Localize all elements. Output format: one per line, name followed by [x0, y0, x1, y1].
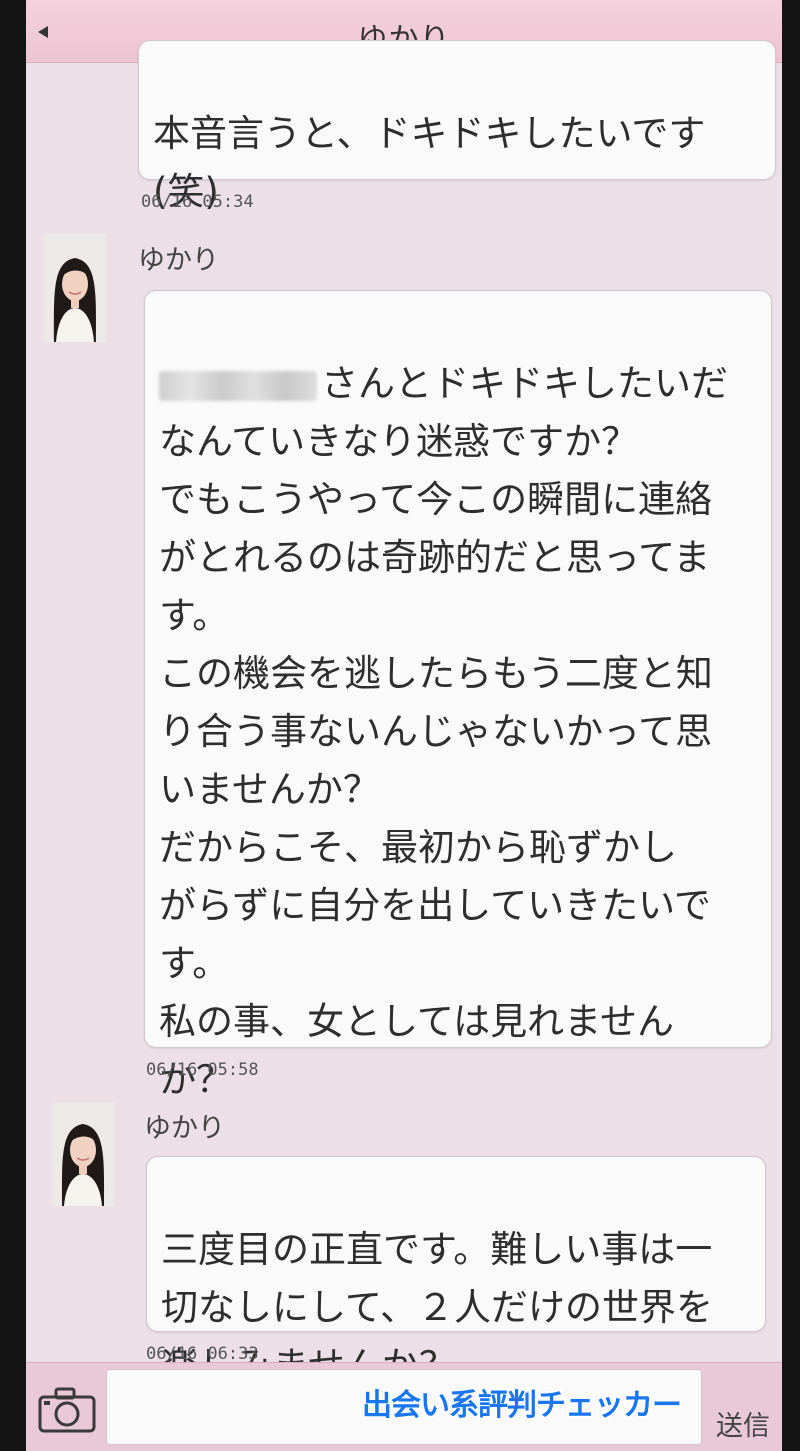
chat-screen: ゆかり 本音言うと、ドキドキしたいです (笑) 06/16 05:34 ゆかり … — [26, 0, 782, 1451]
message-text: さんとドキドキしたいだ なんていきなり迷惑ですか？ でもこうやって今この瞬間に連… — [159, 362, 728, 1101]
avatar-photo — [44, 234, 106, 342]
message-bubble: 本音言うと、ドキドキしたいです (笑) — [138, 40, 776, 213]
avatar-photo — [52, 1102, 114, 1206]
message-timestamp: 06/16 05:34 — [141, 192, 254, 212]
camera-icon[interactable] — [38, 1385, 96, 1435]
message-bubble: さんとドキドキしたいだ なんていきなり迷惑ですか？ でもこうやって今この瞬間に連… — [144, 290, 772, 1101]
send-button[interactable]: 送信 — [712, 1373, 774, 1443]
avatar[interactable] — [44, 234, 106, 342]
message-timestamp: 06/16 05:58 — [146, 1060, 259, 1080]
sender-name: ゆかり — [138, 245, 219, 276]
compose-bar: 送信 — [26, 1362, 782, 1451]
message-bubble: 三度目の正直です。難しい事は一 切なしにして、２人だけの世界を 楽しみませんか？ — [146, 1156, 766, 1387]
sender-name: ゆかり — [144, 1113, 225, 1144]
message-thread[interactable]: 本音言うと、ドキドキしたいです (笑) 06/16 05:34 ゆかり さんとド… — [26, 40, 782, 1387]
message-input[interactable] — [106, 1369, 702, 1445]
redacted-name — [159, 370, 317, 401]
message-timestamp: 06/16 06:33 — [146, 1344, 259, 1364]
avatar[interactable] — [52, 1102, 114, 1206]
